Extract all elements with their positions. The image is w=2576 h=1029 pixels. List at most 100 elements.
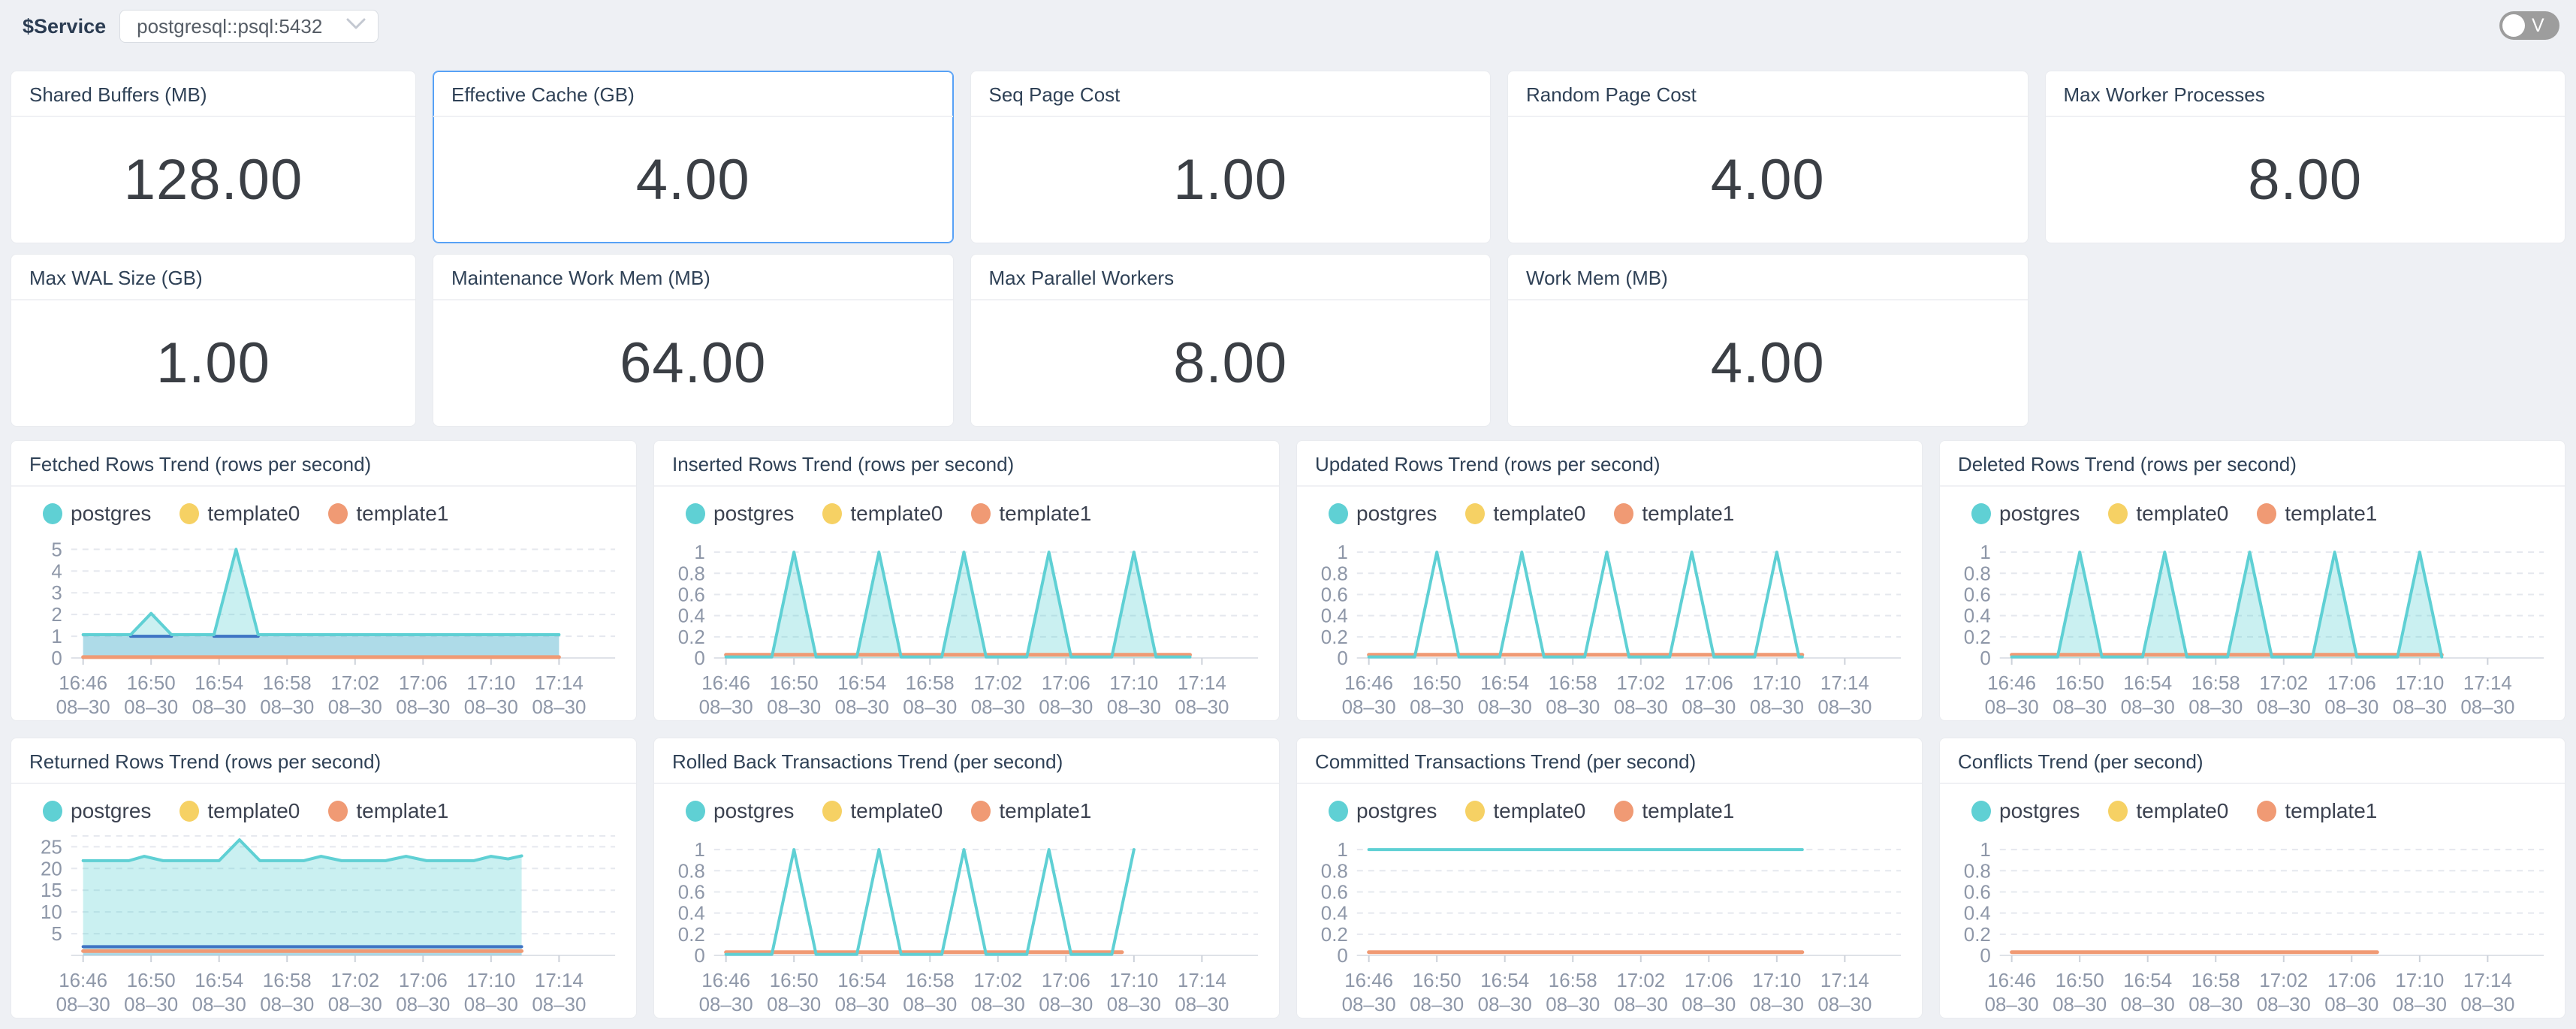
svg-text:17:14: 17:14 (1820, 969, 1869, 991)
chart-card: Inserted Rows Trend (rows per second)pos… (653, 440, 1280, 721)
legend-item-postgres[interactable]: postgres (1329, 799, 1437, 823)
svg-text:08–30: 08–30 (835, 696, 889, 718)
chart-plot[interactable]: 51015202516:4608–3016:5008–3016:5408–301… (11, 828, 636, 1015)
stat-card[interactable]: Effective Cache (GB)4.00 (433, 71, 954, 243)
legend-item-template0[interactable]: template0 (1465, 502, 1585, 526)
chart-plot[interactable]: 00.20.40.60.8116:4608–3016:5008–3016:540… (1297, 828, 1922, 1015)
legend-dot-icon (1614, 503, 1633, 524)
legend-item-template1[interactable]: template1 (1614, 502, 1734, 526)
series-lines (1369, 552, 1802, 656)
legend-item-postgres[interactable]: postgres (1329, 502, 1437, 526)
chart-plot[interactable]: 01234516:4608–3016:5008–3016:5408–3016:5… (11, 530, 636, 718)
svg-text:08–30: 08–30 (260, 993, 314, 1015)
chart-plot[interactable]: 00.20.40.60.8116:4608–3016:5008–3016:540… (654, 530, 1279, 718)
chart-title: Updated Rows Trend (rows per second) (1297, 441, 1922, 487)
svg-text:17:02: 17:02 (1616, 671, 1665, 694)
stat-card[interactable]: Seq Page Cost1.00 (970, 71, 1492, 243)
svg-text:17:06: 17:06 (399, 671, 448, 694)
stat-card[interactable]: Max WAL Size (GB)1.00 (11, 254, 416, 427)
legend-item-template0[interactable]: template0 (1465, 799, 1585, 823)
svg-text:16:58: 16:58 (1549, 969, 1597, 991)
svg-text:17:02: 17:02 (973, 969, 1022, 991)
chart-plot[interactable]: 00.20.40.60.8116:4608–3016:5008–3016:540… (1940, 530, 2565, 718)
legend-item-template0[interactable]: template0 (179, 799, 300, 823)
svg-text:08–30: 08–30 (1985, 993, 2039, 1015)
svg-text:16:50: 16:50 (2056, 969, 2104, 991)
svg-text:17:14: 17:14 (1820, 671, 1869, 694)
legend-item-template1[interactable]: template1 (971, 502, 1091, 526)
stat-card[interactable]: Work Mem (MB)4.00 (1507, 254, 2029, 427)
legend-item-template1[interactable]: template1 (328, 799, 448, 823)
chart-legend: postgres template0 template1 (11, 784, 636, 828)
stat-card[interactable]: Shared Buffers (MB)128.00 (11, 71, 416, 243)
legend-dot-icon (43, 801, 62, 822)
stat-card-title: Shared Buffers (MB) (11, 71, 415, 117)
svg-text:16:50: 16:50 (127, 969, 176, 991)
svg-text:08–30: 08–30 (1546, 696, 1600, 718)
legend-item-template0[interactable]: template0 (2108, 502, 2228, 526)
svg-text:0: 0 (1980, 944, 1990, 967)
svg-text:17:06: 17:06 (1685, 671, 1733, 694)
svg-text:08–30: 08–30 (1682, 993, 1736, 1015)
legend-item-postgres[interactable]: postgres (43, 799, 151, 823)
legend-item-template0[interactable]: template0 (822, 799, 943, 823)
legend-item-postgres[interactable]: postgres (686, 799, 794, 823)
svg-text:08–30: 08–30 (56, 696, 110, 718)
chart-plot[interactable]: 00.20.40.60.8116:4608–3016:5008–3016:540… (1940, 828, 2565, 1015)
legend-item-template0[interactable]: template0 (822, 502, 943, 526)
svg-text:17:06: 17:06 (1042, 671, 1090, 694)
svg-text:08–30: 08–30 (1750, 993, 1804, 1015)
legend-item-template1[interactable]: template1 (971, 799, 1091, 823)
svg-text:08–30: 08–30 (1614, 696, 1668, 718)
legend-item-postgres[interactable]: postgres (686, 502, 794, 526)
svg-text:17:10: 17:10 (1109, 671, 1158, 694)
toggle-label: V (2532, 15, 2544, 37)
y-axis: 00.20.40.60.81 (1964, 838, 2544, 967)
stat-card-value: 8.00 (1173, 330, 1287, 396)
stat-card-value: 1.00 (1173, 147, 1287, 213)
svg-text:08–30: 08–30 (396, 993, 450, 1015)
stat-card[interactable]: Maintenance Work Mem (MB)64.00 (433, 254, 954, 427)
legend-dot-icon (179, 503, 199, 524)
stat-card-title: Maintenance Work Mem (MB) (433, 255, 953, 300)
stat-card[interactable]: Random Page Cost4.00 (1507, 71, 2029, 243)
legend-item-postgres[interactable]: postgres (43, 502, 151, 526)
legend-item-template1[interactable]: template1 (328, 502, 448, 526)
legend-item-template1[interactable]: template1 (2257, 799, 2377, 823)
svg-text:16:58: 16:58 (263, 671, 312, 694)
stat-card-title: Random Page Cost (1508, 71, 2028, 117)
x-axis: 16:4608–3016:5008–3016:5408–3016:5808–30… (699, 658, 1258, 718)
svg-text:08–30: 08–30 (1410, 696, 1464, 718)
svg-text:0: 0 (1337, 647, 1347, 669)
legend-item-postgres[interactable]: postgres (1971, 502, 2080, 526)
chart-legend: postgres template0 template1 (1940, 784, 2565, 828)
chart-plot[interactable]: 00.20.40.60.8116:4608–3016:5008–3016:540… (654, 828, 1279, 1015)
chart-legend: postgres template0 template1 (1297, 784, 1922, 828)
series-fills (726, 552, 1190, 658)
chart-title: Deleted Rows Trend (rows per second) (1940, 441, 2565, 487)
svg-text:16:46: 16:46 (1344, 969, 1393, 991)
chart-plot-area: 00.20.40.60.8116:4608–3016:5008–3016:540… (654, 828, 1279, 1018)
stat-card[interactable]: Max Parallel Workers8.00 (970, 254, 1492, 427)
view-toggle[interactable]: V (2499, 11, 2559, 40)
stat-card-body: 8.00 (2046, 117, 2565, 243)
svg-text:16:54: 16:54 (195, 671, 243, 694)
x-axis: 16:4608–3016:5008–3016:5408–3016:5808–30… (56, 658, 615, 718)
chart-plot[interactable]: 00.20.40.60.8116:4608–3016:5008–3016:540… (1297, 530, 1922, 718)
service-select[interactable]: postgresql::psql:5432 (119, 10, 379, 43)
svg-text:08–30: 08–30 (464, 696, 518, 718)
chart-card: Conflicts Trend (per second)postgrestemp… (1939, 738, 2565, 1018)
legend-label: postgres (71, 502, 151, 526)
legend-item-template1[interactable]: template1 (2257, 502, 2377, 526)
legend-item-template1[interactable]: template1 (1614, 799, 1734, 823)
legend-item-template0[interactable]: template0 (179, 502, 300, 526)
svg-text:17:02: 17:02 (330, 969, 379, 991)
chart-card: Committed Transactions Trend (per second… (1296, 738, 1923, 1018)
svg-text:08–30: 08–30 (532, 993, 586, 1015)
svg-text:0.8: 0.8 (678, 859, 705, 882)
stat-card[interactable]: Max Worker Processes8.00 (2045, 71, 2566, 243)
svg-text:17:14: 17:14 (2463, 671, 2512, 694)
chart-plot-area: 01234516:4608–3016:5008–3016:5408–3016:5… (11, 530, 636, 720)
legend-item-template0[interactable]: template0 (2108, 799, 2228, 823)
legend-item-postgres[interactable]: postgres (1971, 799, 2080, 823)
